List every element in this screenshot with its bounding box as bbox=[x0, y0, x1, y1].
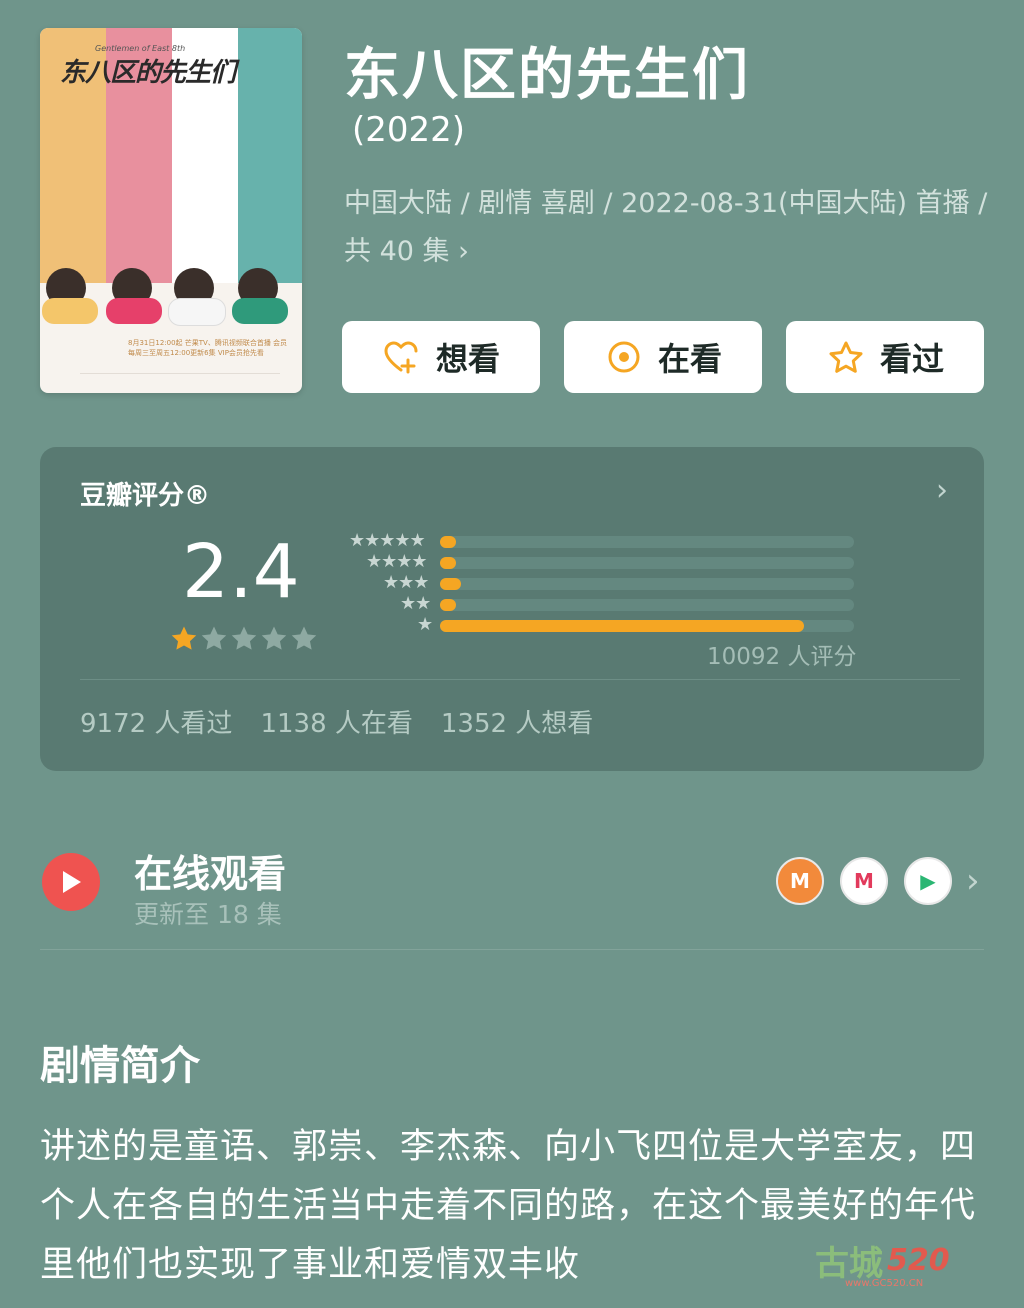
movie-year: (2022) bbox=[352, 110, 466, 150]
rating-bar-fill bbox=[440, 557, 456, 569]
poster-image[interactable]: Gentlemen of East 8th 东八区的先生们 8月31日12:00… bbox=[40, 28, 302, 393]
heart-plus-icon bbox=[382, 337, 422, 377]
target-icon bbox=[604, 337, 644, 377]
movie-meta[interactable]: 中国大陆 / 剧情 喜剧 / 2022-08-31(中国大陆) 首播 / 共 4… bbox=[344, 180, 994, 276]
mango-tv-icon[interactable]: M bbox=[776, 857, 824, 905]
online-watch-row[interactable]: 在线观看 更新至 18 集 M M ▶ › bbox=[42, 843, 982, 943]
online-watch-title: 在线观看 bbox=[134, 852, 287, 896]
star-empty-icon bbox=[231, 626, 257, 650]
rating-card[interactable]: 豆瓣评分® › 2.4 ★★★★★ ★★★★ ★★★ ★★ ★ 10092 人评分 91… bbox=[40, 447, 984, 771]
stat-want: 1352 人想看 bbox=[440, 709, 594, 739]
bar-stars-label: ★★ bbox=[400, 593, 431, 614]
poster-title: 东八区的先生们 bbox=[60, 58, 236, 88]
rating-bar-row: ★★ bbox=[334, 594, 854, 615]
rating-stars bbox=[170, 625, 318, 651]
rating-bar-track bbox=[440, 599, 854, 611]
star-empty-icon bbox=[261, 626, 287, 650]
rating-bar-row: ★★★ bbox=[334, 573, 854, 594]
rating-count: 10092 人评分 bbox=[707, 644, 857, 670]
rating-stats: 9172 人看过 1138 人在看 1352 人想看 bbox=[80, 703, 593, 740]
rating-label: 豆瓣评分® bbox=[80, 481, 211, 511]
platform-list: M M ▶ bbox=[776, 857, 952, 905]
bar-stars-label: ★★★★★ bbox=[349, 530, 426, 551]
watermark-url: www.GC520.CN bbox=[845, 1278, 924, 1289]
chevron-right-icon[interactable]: › bbox=[966, 861, 980, 901]
star-empty-icon bbox=[291, 626, 317, 650]
rating-bar-track bbox=[440, 620, 854, 632]
tencent-video-icon[interactable]: ▶ bbox=[904, 857, 952, 905]
migu-icon[interactable]: M bbox=[840, 857, 888, 905]
rating-bar-fill bbox=[440, 536, 456, 548]
rating-bar-fill bbox=[440, 599, 456, 611]
online-watch-subtitle: 更新至 18 集 bbox=[134, 900, 282, 929]
want-label: 想看 bbox=[435, 340, 500, 378]
star-outline-icon bbox=[826, 337, 866, 377]
rating-bar-fill bbox=[440, 578, 461, 590]
poster-release-text: 8月31日12:00起 芒果TV、腾讯视频联合首播 会员每周三至周五12:00更… bbox=[128, 339, 288, 357]
watched-label: 看过 bbox=[879, 340, 944, 378]
rating-bar-row: ★ bbox=[334, 615, 854, 636]
rating-bar-row: ★★★★★ bbox=[334, 531, 854, 552]
watching-button[interactable]: 在看 bbox=[564, 321, 762, 393]
rating-score: 2.4 bbox=[182, 529, 300, 615]
rating-bar-row: ★★★★ bbox=[334, 552, 854, 573]
rating-distribution: ★★★★★ ★★★★ ★★★ ★★ ★ bbox=[334, 531, 854, 636]
star-filled-icon bbox=[171, 626, 197, 650]
poster-cast-figures bbox=[40, 268, 302, 328]
watermark-num: 520 bbox=[887, 1242, 950, 1278]
poster-stripe bbox=[238, 28, 302, 283]
watched-button[interactable]: 看过 bbox=[786, 321, 984, 393]
bar-stars-label: ★★★ bbox=[383, 572, 429, 593]
movie-title: 东八区的先生们 bbox=[344, 43, 750, 108]
star-empty-icon bbox=[201, 626, 227, 650]
divider bbox=[40, 949, 984, 950]
stat-watching: 1138 人在看 bbox=[260, 709, 413, 739]
rating-bar-track bbox=[440, 578, 854, 590]
rating-bar-track bbox=[440, 536, 854, 548]
synopsis-title: 剧情简介 bbox=[40, 1043, 200, 1089]
stat-watched: 9172 人看过 bbox=[80, 709, 233, 739]
bar-stars-label: ★ bbox=[417, 614, 433, 635]
play-icon[interactable] bbox=[42, 853, 100, 911]
divider bbox=[80, 679, 960, 680]
watching-label: 在看 bbox=[657, 340, 722, 378]
bar-stars-label: ★★★★ bbox=[366, 551, 428, 572]
poster-credits bbox=[80, 373, 280, 386]
rating-bar-fill bbox=[440, 620, 804, 632]
chevron-right-icon[interactable]: › bbox=[936, 473, 948, 508]
want-button[interactable]: 想看 bbox=[342, 321, 540, 393]
watermark-logo: 古城 520 www.GC520.CN bbox=[815, 1228, 1015, 1292]
rating-bar-track bbox=[440, 557, 854, 569]
